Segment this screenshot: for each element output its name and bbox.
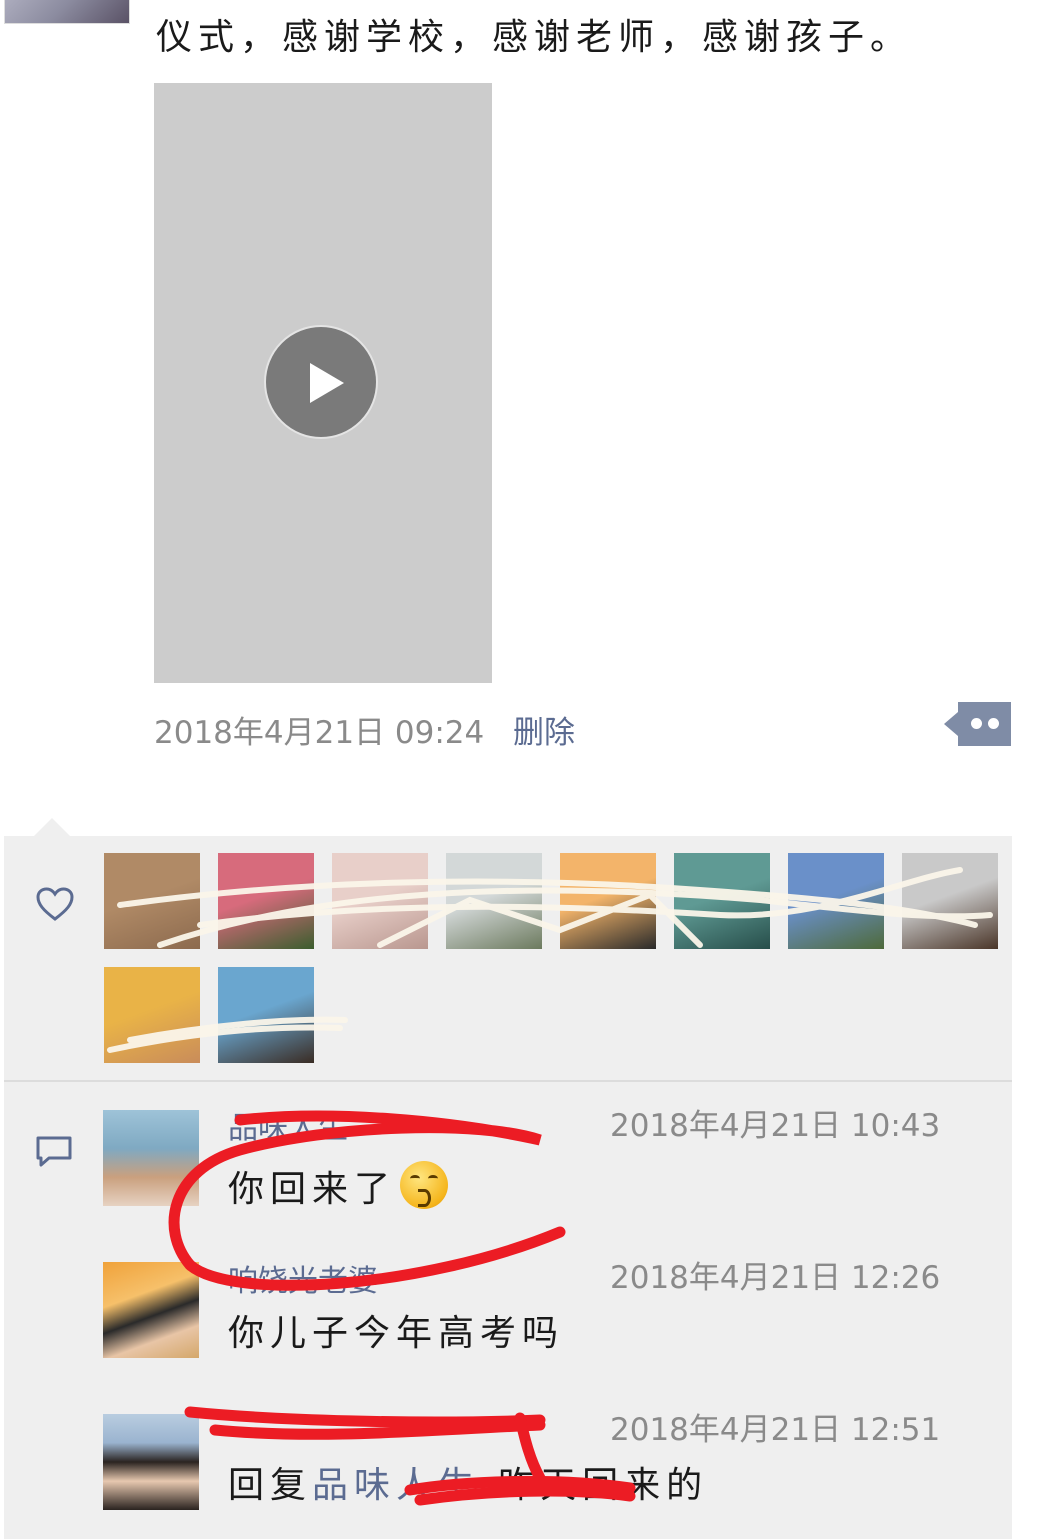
- liker-avatar[interactable]: [902, 853, 998, 949]
- comment-time: 2018年4月21日 12:51: [610, 1412, 941, 1448]
- liker-avatar[interactable]: [104, 853, 200, 949]
- more-button-arrow: [944, 712, 958, 736]
- reply-target-name[interactable]: 品味人生: [312, 1465, 480, 1506]
- liker-avatar[interactable]: [104, 967, 200, 1063]
- commenter-avatar[interactable]: [103, 1262, 199, 1358]
- liker-avatar[interactable]: [674, 853, 770, 949]
- reply-prefix: 回复: [228, 1465, 313, 1506]
- play-icon[interactable]: [264, 325, 378, 439]
- commenter-avatar[interactable]: [103, 1414, 199, 1510]
- more-options-button[interactable]: [958, 702, 1011, 746]
- comment-bubble-icon: [36, 1136, 72, 1167]
- post-timestamp: 2018年4月21日 09:24: [154, 715, 485, 751]
- liker-avatar[interactable]: [332, 853, 428, 949]
- liker-avatar[interactable]: [218, 967, 314, 1063]
- comment-time: 2018年4月21日 10:43: [610, 1108, 941, 1144]
- video-thumbnail[interactable]: [154, 83, 492, 683]
- comment-text-content: 你回来了: [228, 1169, 397, 1210]
- dot-icon: [988, 718, 999, 729]
- likes-section: [4, 836, 1012, 1080]
- kissing-face-emoji-icon: [400, 1161, 449, 1209]
- dot-icon: [971, 718, 982, 729]
- section-divider: [4, 1080, 1012, 1082]
- delete-link[interactable]: 删除: [513, 707, 575, 752]
- heart-outline-icon: [36, 887, 74, 921]
- commenter-avatar[interactable]: [103, 1110, 199, 1206]
- comment-text: 你儿子今年高考吗: [228, 1313, 565, 1354]
- post-text: 仪式，感谢学校，感谢老师，感谢孩子。: [156, 17, 913, 58]
- author-avatar[interactable]: [4, 0, 130, 24]
- comment-time: 2018年4月21日 12:26: [610, 1260, 941, 1296]
- panel-notch: [34, 818, 70, 836]
- commenter-name[interactable]: 响饶光老婆: [228, 1256, 378, 1300]
- reply-colon: :: [480, 1465, 499, 1506]
- liker-avatar[interactable]: [560, 853, 656, 949]
- comment-text: 回复品味人生:昨天回来的: [228, 1456, 708, 1508]
- liker-avatar[interactable]: [446, 853, 542, 949]
- liker-avatar[interactable]: [218, 853, 314, 949]
- comment-text: 你回来了: [228, 1160, 449, 1212]
- commenter-name[interactable]: 品味人生: [228, 1103, 348, 1147]
- liker-avatar[interactable]: [788, 853, 884, 949]
- comment-text-content: 昨天回来的: [498, 1465, 709, 1506]
